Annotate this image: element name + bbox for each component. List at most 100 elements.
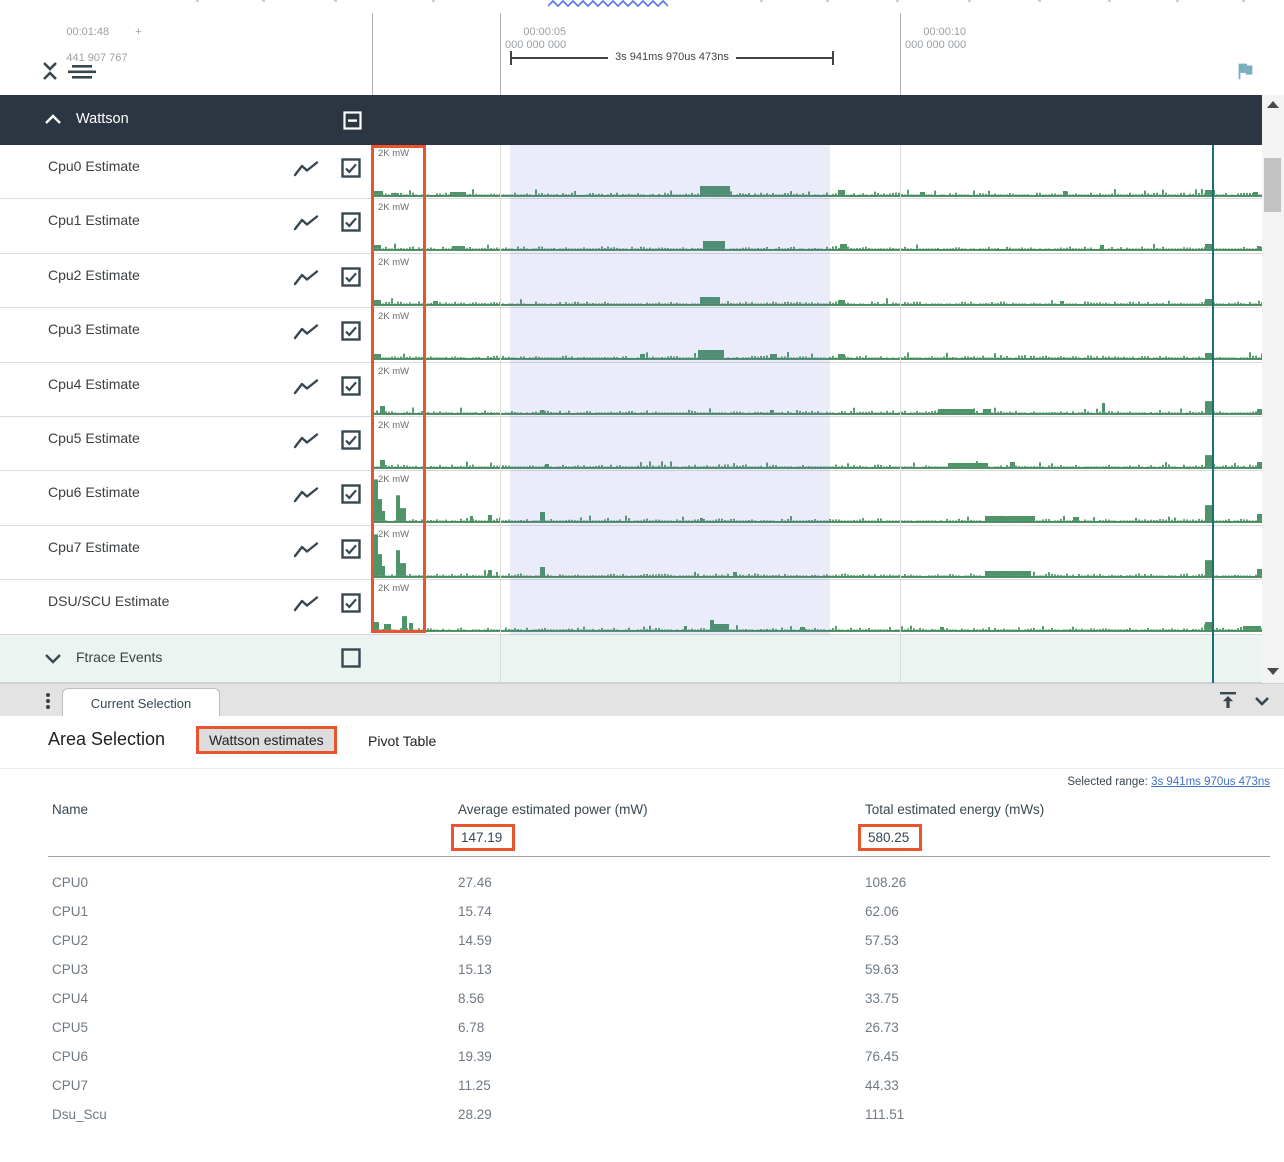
table-row[interactable]: CPU711.2544.33 (0, 1071, 1284, 1100)
timeline-cursor-line (1212, 145, 1214, 683)
group-checkbox-indeterminate[interactable] (343, 111, 362, 130)
track-label: Cpu6 Estimate (48, 484, 140, 500)
table-row[interactable]: CPU214.5957.53 (0, 926, 1284, 955)
track-checkbox-checked[interactable] (341, 267, 361, 287)
show-chart-icon[interactable] (293, 214, 319, 232)
cell-power: 11.25 (458, 1078, 491, 1093)
show-chart-icon[interactable] (293, 269, 319, 287)
timeline-ruler[interactable]: 00:01:48+ 441 907 767 00:00:05000 000 00… (0, 0, 1284, 95)
track-group-wattson[interactable]: Wattson (0, 95, 1262, 145)
squiggle-underline (548, 0, 668, 8)
show-chart-icon[interactable] (293, 378, 319, 396)
table-row[interactable]: CPU56.7826.73 (0, 1013, 1284, 1042)
track-checkbox-checked[interactable] (341, 593, 361, 613)
cell-power: 14.59 (458, 933, 492, 948)
cell-energy: 57.53 (865, 933, 899, 948)
track-row[interactable]: Cpu1 Estimate 2K mW (0, 199, 1262, 253)
track-timeline[interactable]: 2K mW (373, 145, 1262, 198)
track-checkbox-checked[interactable] (341, 212, 361, 232)
track-row[interactable]: Cpu0 Estimate 2K mW (0, 145, 1262, 199)
track-scale-label: 2K mW (378, 583, 409, 594)
track-timeline[interactable]: 2K mW (373, 254, 1262, 307)
track-timeline[interactable]: 2K mW (373, 363, 1262, 416)
cell-power: 15.74 (458, 904, 492, 919)
show-chart-icon[interactable] (293, 323, 319, 341)
vertical-scrollbar[interactable] (1262, 95, 1284, 683)
track-label: Cpu2 Estimate (48, 267, 140, 283)
show-chart-icon[interactable] (293, 541, 319, 559)
cell-energy: 33.75 (865, 991, 899, 1006)
chevron-up-icon[interactable] (44, 113, 62, 125)
table-row[interactable]: CPU6 19.39 76.45 (0, 1042, 1284, 1071)
chevron-down-icon[interactable] (1250, 689, 1274, 713)
cell-name: CPU6 (52, 1049, 88, 1064)
scrollbar-thumb[interactable] (1264, 158, 1281, 212)
collapse-tracks-icon[interactable] (40, 60, 60, 82)
track-checkbox-checked[interactable] (341, 376, 361, 396)
track-timeline[interactable]: 2K mW (373, 526, 1262, 579)
track-row[interactable]: Cpu6 Estimate 2K mW (0, 471, 1262, 525)
tab-wattson-estimates[interactable]: Wattson estimates (196, 726, 337, 754)
chevron-down-icon[interactable] (44, 653, 62, 665)
track-panel: Wattson Cpu0 Estimate 2K mW Cpu1 Estimat… (0, 95, 1284, 683)
cell-name: CPU3 (52, 962, 88, 977)
tab-pivot-table[interactable]: Pivot Table (368, 733, 436, 749)
cell-energy: 76.45 (865, 1049, 899, 1064)
ruler-gridline (900, 13, 901, 95)
show-chart-icon[interactable] (293, 486, 319, 504)
track-timeline[interactable]: 2K mW (373, 199, 1262, 252)
track-checkbox-checked[interactable] (341, 484, 361, 504)
scroll-up-arrow[interactable] (1267, 101, 1279, 108)
cell-energy: 108.26 (865, 875, 906, 890)
track-timeline[interactable]: 2K mW (373, 417, 1262, 470)
track-group-label: Ftrace Events (76, 649, 162, 665)
track-row[interactable]: DSU/SCU Estimate 2K mW (0, 580, 1262, 634)
table-row[interactable]: CPU48.5633.75 (0, 984, 1284, 1013)
track-timeline[interactable]: 2K mW (373, 308, 1262, 361)
cell-energy: 111.51 (865, 1107, 904, 1122)
cell-name: CPU4 (52, 991, 88, 1006)
ruler-gridline (500, 13, 501, 95)
ruler-gridline (372, 13, 373, 95)
panel-title: Area Selection (48, 729, 165, 750)
power-waveform (373, 308, 1262, 361)
scroll-down-arrow[interactable] (1267, 668, 1279, 675)
track-row[interactable]: Cpu4 Estimate 2K mW (0, 363, 1262, 417)
track-timeline[interactable]: 2K mW (373, 580, 1262, 633)
tab-current-selection[interactable]: Current Selection (62, 688, 220, 717)
track-group-ftrace[interactable]: Ftrace Events (0, 635, 1262, 683)
table-row[interactable]: CPU115.7462.06 (0, 897, 1284, 926)
track-checkbox-checked[interactable] (341, 539, 361, 559)
track-label: Cpu5 Estimate (48, 430, 140, 446)
selected-range-link[interactable]: 3s 941ms 970us 473ns (1151, 776, 1270, 788)
track-label: Cpu7 Estimate (48, 539, 140, 555)
track-checkbox-checked[interactable] (341, 430, 361, 450)
table-row[interactable]: CPU315.1359.63 (0, 955, 1284, 984)
track-filter-icon[interactable] (66, 64, 98, 80)
tab-bar-menu-icon[interactable] (43, 691, 53, 711)
track-row[interactable]: Cpu5 Estimate 2K mW (0, 417, 1262, 471)
track-checkbox-unchecked[interactable] (341, 648, 361, 668)
track-row[interactable]: Cpu3 Estimate 2K mW (0, 308, 1262, 362)
table-row[interactable]: Dsu_Scu28.29111.51 (0, 1100, 1284, 1129)
cell-power: 28.29 (458, 1107, 492, 1122)
track-checkbox-checked[interactable] (341, 158, 361, 178)
show-chart-icon[interactable] (293, 432, 319, 450)
show-chart-icon[interactable] (293, 595, 319, 613)
cell-power: 15.13 (458, 962, 492, 977)
track-scale-label: 2K mW (378, 257, 409, 268)
table-row[interactable]: CPU027.46108.26 (0, 868, 1284, 897)
flag-icon[interactable] (1234, 59, 1256, 83)
track-checkbox-checked[interactable] (341, 321, 361, 341)
cell-energy: 26.73 (865, 1020, 899, 1035)
details-tab-bar: Current Selection (0, 683, 1284, 716)
cell-power: 19.39 (458, 1049, 492, 1064)
column-header-name: Name (52, 802, 88, 817)
track-row[interactable]: Cpu7 Estimate 2K mW (0, 526, 1262, 580)
vertical-align-top-icon[interactable] (1216, 689, 1240, 713)
track-label: Cpu4 Estimate (48, 376, 140, 392)
table-header-row: Name Average estimated power (mW) Total … (0, 802, 1284, 822)
show-chart-icon[interactable] (293, 160, 319, 178)
track-timeline[interactable]: 2K mW (373, 471, 1262, 524)
track-row[interactable]: Cpu2 Estimate 2K mW (0, 254, 1262, 308)
